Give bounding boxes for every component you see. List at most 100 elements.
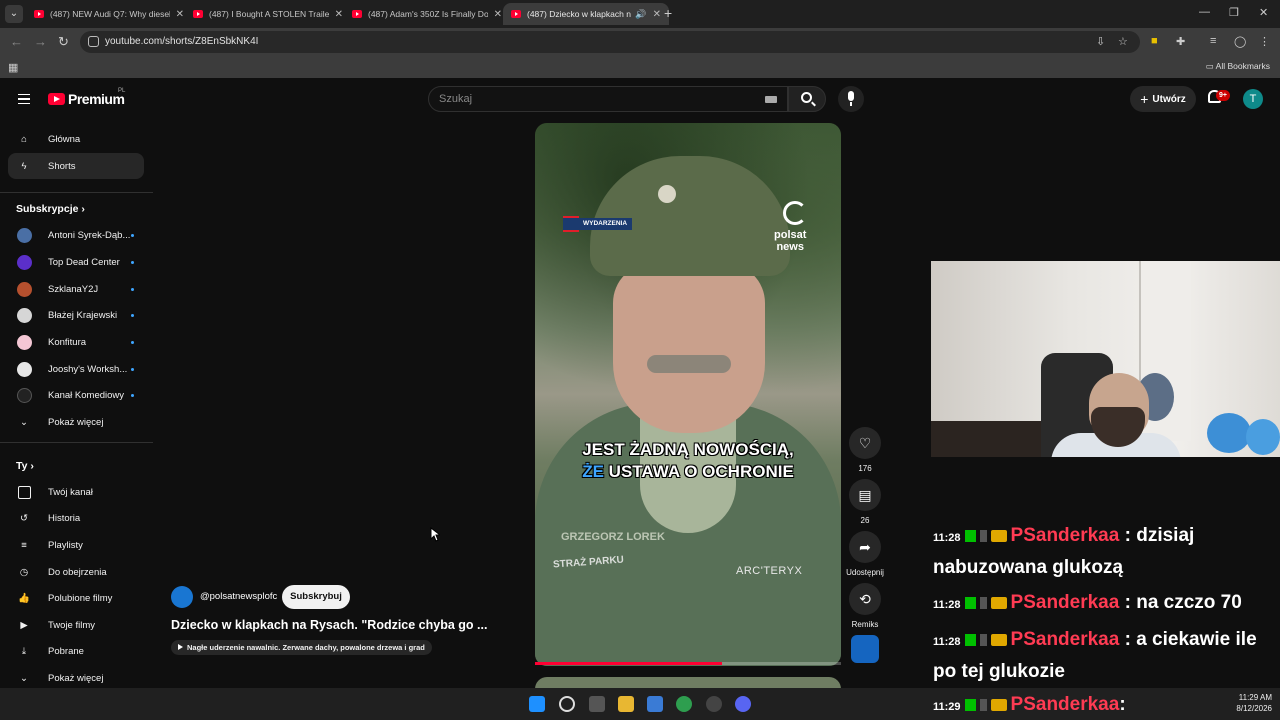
browser-tab[interactable]: (487) Adam's 350Z Is Finally Do ✕ bbox=[344, 3, 510, 25]
extensions-puzzle-icon[interactable]: ✚ bbox=[1176, 35, 1185, 48]
chrome-icon[interactable] bbox=[676, 696, 692, 712]
subscribe-button[interactable]: Subskrybuj bbox=[282, 585, 350, 609]
your-videos-icon: ▶ bbox=[20, 619, 28, 631]
share-icon[interactable]: ➦ bbox=[849, 531, 881, 563]
like-icon[interactable]: ♡ bbox=[849, 427, 881, 459]
apps-grid-icon[interactable]: ▦ bbox=[8, 61, 18, 74]
search-button[interactable] bbox=[788, 86, 826, 112]
sidebar-item-history[interactable]: ↺ Historia bbox=[8, 505, 144, 531]
sidebar-item-playlists[interactable]: ≡ Playlisty bbox=[8, 532, 144, 558]
youtube-premium-logo-text[interactable]: Premium bbox=[68, 91, 125, 107]
discord-icon[interactable] bbox=[735, 696, 751, 712]
site-info-icon[interactable] bbox=[88, 36, 99, 47]
close-tab-icon[interactable]: ✕ bbox=[494, 9, 502, 20]
sidebar-item-your-channel[interactable]: Twój kanał bbox=[8, 479, 144, 505]
install-app-icon[interactable]: ⇩ bbox=[1096, 35, 1105, 48]
chevron-right-icon: › bbox=[30, 460, 34, 472]
channel-handle[interactable]: @polsatnewsplofc bbox=[200, 591, 277, 602]
search-icon[interactable] bbox=[559, 696, 575, 712]
you-heading[interactable]: Ty › bbox=[16, 460, 34, 472]
comments-action[interactable]: ▤ 26 bbox=[849, 479, 881, 525]
browser-tab[interactable]: (487) I Bought A STOLEN Trailer ✕ bbox=[185, 3, 351, 25]
back-icon[interactable]: ← bbox=[10, 34, 23, 49]
sidebar-item-watch-later[interactable]: ◷ Do obejrzenia bbox=[8, 559, 144, 585]
obs-icon[interactable] bbox=[706, 696, 722, 712]
sidebar-item-liked-videos[interactable]: 👍 Polubione filmy bbox=[8, 585, 144, 611]
file-explorer-icon[interactable] bbox=[618, 696, 634, 712]
remix-icon[interactable]: ⟲ bbox=[849, 583, 881, 615]
bookmark-star-icon[interactable]: ☆ bbox=[1118, 35, 1128, 48]
tab-search-button[interactable]: ⌄ bbox=[5, 5, 23, 23]
sidebar-divider bbox=[0, 192, 153, 193]
sidebar-subscription[interactable]: Jooshy's Worksh... bbox=[8, 356, 144, 382]
like-action[interactable]: ♡ 176 bbox=[849, 427, 881, 473]
chevron-down-icon: ⌄ bbox=[20, 672, 28, 684]
menu-kebab-icon[interactable]: ⋮ bbox=[1259, 35, 1270, 48]
sidebar-subscription[interactable]: Błażej Krajewski bbox=[8, 302, 144, 328]
jacket-brand-text: ARC'TERYX bbox=[736, 565, 803, 577]
restore-icon[interactable]: ❐ bbox=[1229, 6, 1239, 19]
hamburger-menu-icon[interactable] bbox=[18, 94, 30, 104]
address-bar[interactable]: youtube.com/shorts/Z8EnSbkNK4I ⇩ ☆ bbox=[80, 31, 1140, 53]
channel-avatar bbox=[16, 361, 32, 377]
account-avatar[interactable]: T bbox=[1243, 89, 1263, 109]
browser-tab[interactable]: (487) NEW Audi Q7: Why diesel ✕ bbox=[26, 3, 192, 25]
close-tab-icon[interactable]: ✕ bbox=[176, 9, 184, 20]
sidebar-item-downloads[interactable]: ⤓ Pobrane bbox=[8, 638, 144, 664]
search-box[interactable]: Szukaj bbox=[428, 86, 788, 112]
plus-icon: + bbox=[1140, 91, 1149, 107]
browser-tab-active[interactable]: (487) Dziecko w klapkach n 🔊 ✕ bbox=[503, 3, 669, 25]
share-action[interactable]: ➦ Udostępnij bbox=[846, 531, 884, 577]
remix-action[interactable]: ⟲ Remiks bbox=[849, 583, 881, 629]
create-button[interactable]: + Utwórz bbox=[1130, 86, 1196, 112]
search-input[interactable]: Szukaj bbox=[439, 93, 472, 105]
comment-icon[interactable]: ▤ bbox=[849, 479, 881, 511]
new-content-dot bbox=[131, 260, 134, 264]
system-clock[interactable]: 11:29 AM 8/12/2026 bbox=[1226, 692, 1272, 714]
sidebar-item-home[interactable]: ⌂ Główna bbox=[8, 126, 144, 152]
extension-icon[interactable]: ■ bbox=[1151, 35, 1158, 47]
all-bookmarks-button[interactable]: ▭ All Bookmarks bbox=[1206, 61, 1270, 72]
related-video-chip[interactable]: Nagłe uderzenie nawalnic. Zerwane dachy,… bbox=[171, 640, 432, 655]
channel-avatar bbox=[16, 254, 32, 270]
sidebar-subscription[interactable]: Antoni Syrek-Dąb... bbox=[8, 222, 144, 248]
new-content-dot bbox=[131, 313, 134, 317]
sidebar-item-shorts[interactable]: ϟ Shorts bbox=[8, 153, 144, 179]
voice-search-button[interactable] bbox=[838, 86, 864, 112]
url-text[interactable]: youtube.com/shorts/Z8EnSbkNK4I bbox=[105, 36, 258, 47]
crown-badge-icon bbox=[990, 530, 1007, 542]
sidebar-subscription[interactable]: Top Dead Center bbox=[8, 249, 144, 275]
store-icon[interactable] bbox=[647, 696, 663, 712]
keyboard-icon[interactable] bbox=[765, 96, 777, 103]
sidebar-subscription[interactable]: Konfitura bbox=[8, 329, 144, 355]
audio-playing-icon[interactable]: 🔊 bbox=[635, 9, 646, 20]
close-window-icon[interactable]: ✕ bbox=[1259, 6, 1268, 19]
sidebar-divider bbox=[0, 442, 153, 443]
youtube-logo-icon[interactable] bbox=[48, 93, 65, 105]
crown-badge-icon bbox=[990, 699, 1007, 711]
new-tab-button[interactable]: + bbox=[664, 5, 672, 21]
sidebar-item-your-videos[interactable]: ▶ Twoje filmy bbox=[8, 612, 144, 638]
media-controls-icon[interactable]: ≡ bbox=[1210, 35, 1216, 47]
notification-badge: 9+ bbox=[1216, 90, 1230, 101]
sidebar-subscription[interactable]: Kanał Komediowy bbox=[8, 382, 144, 408]
short-title[interactable]: Dziecko w klapkach na Rysach. "Rodzice c… bbox=[171, 618, 487, 632]
channel-avatar[interactable] bbox=[171, 586, 193, 608]
sidebar-subscription[interactable]: SzklanaY2J bbox=[8, 276, 144, 302]
minimize-icon[interactable]: — bbox=[1199, 6, 1210, 18]
home-icon: ⌂ bbox=[21, 133, 27, 145]
windows-start-icon[interactable] bbox=[529, 696, 545, 712]
channel-avatar-small[interactable] bbox=[851, 635, 879, 663]
crown-badge-icon bbox=[990, 597, 1007, 609]
task-view-icon[interactable] bbox=[589, 696, 605, 712]
subscriptions-heading[interactable]: Subskrypcje › bbox=[16, 203, 85, 215]
reload-icon[interactable]: ↻ bbox=[58, 34, 69, 50]
sidebar-show-more[interactable]: ⌄ Pokaż więcej bbox=[8, 409, 144, 435]
windows-taskbar: 11:29 PSanderkaa: bbox=[0, 688, 1280, 720]
close-tab-icon[interactable]: ✕ bbox=[653, 9, 661, 20]
forward-icon[interactable]: → bbox=[34, 34, 47, 49]
close-tab-icon[interactable]: ✕ bbox=[335, 9, 343, 20]
watch-later-icon: ◷ bbox=[19, 566, 29, 578]
profile-icon[interactable]: ◯ bbox=[1234, 35, 1246, 48]
video-progress-bar[interactable] bbox=[535, 662, 841, 665]
